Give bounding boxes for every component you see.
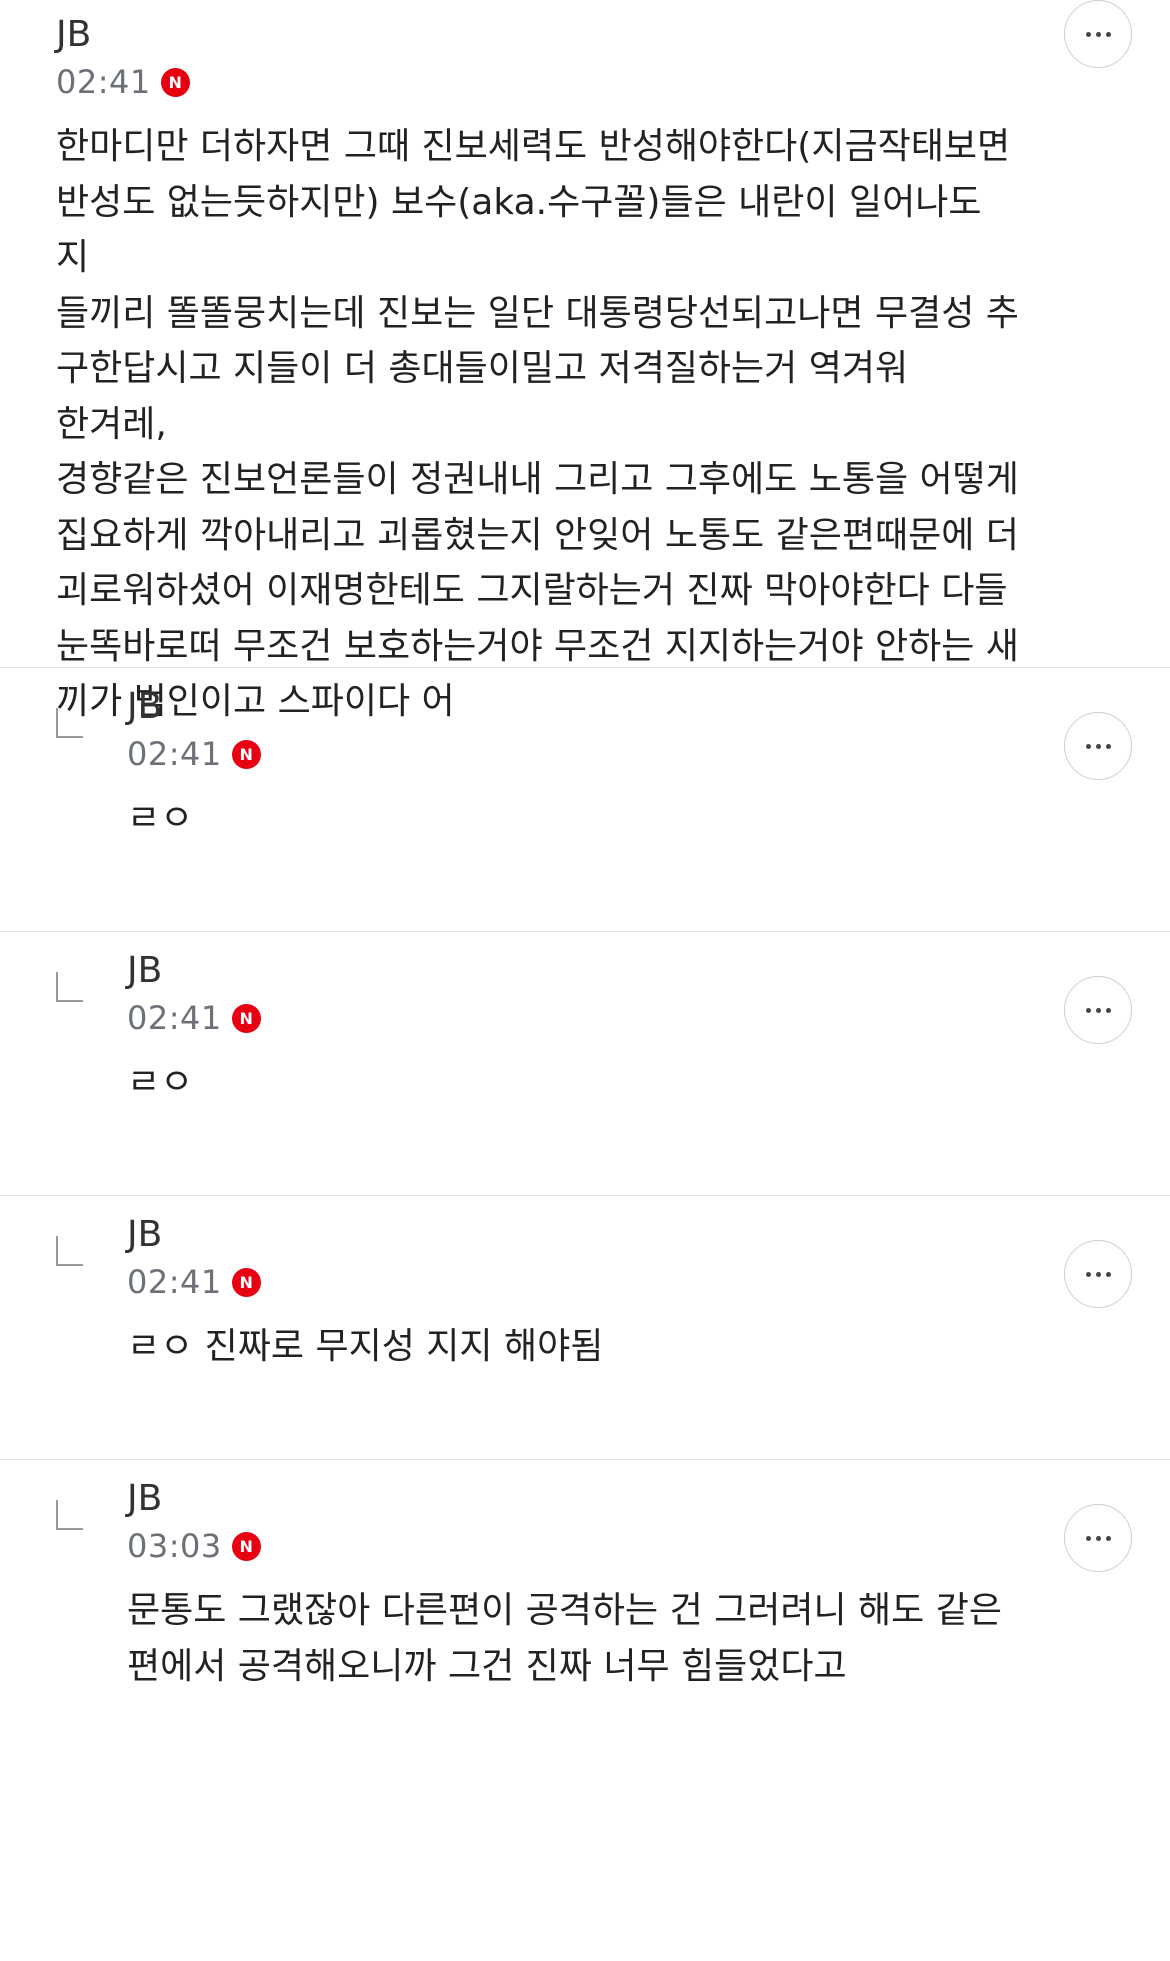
comment-author[interactable]: JB — [127, 1206, 1020, 1260]
comment-meta: 02:41 N — [127, 996, 1020, 1040]
comment-time: 02:41 — [127, 999, 222, 1037]
comment-text: 문통도 그랬잖아 다른편이 공격하는 건 그러려니 해도 같은 편에서 공격해오… — [127, 1590, 1002, 1687]
more-options-icon — [1085, 743, 1111, 749]
more-options-button[interactable] — [1064, 1504, 1132, 1572]
naver-n-icon: N — [231, 1003, 261, 1033]
naver-n-icon: N — [231, 1531, 261, 1561]
comment-author[interactable]: JB — [127, 942, 1020, 996]
reply-item: JB 02:41 N ㄹㅇ 진짜로 무지성 지지 해야됨 — [0, 1196, 1170, 1460]
comment-text: ㄹㅇ 진짜로 무지성 지지 해야됨 — [127, 1326, 604, 1367]
reply-indent-icon — [56, 1236, 83, 1266]
more-options-button[interactable] — [1064, 1240, 1132, 1308]
comment-meta: 02:41 N — [127, 732, 1020, 776]
more-options-icon — [1085, 1271, 1111, 1277]
comment-author[interactable]: JB — [127, 678, 1020, 732]
comment-text: 한마디만 더하자면 그때 진보세력도 반성해야한다(지금작태보면 반성도 없는듯… — [56, 126, 1019, 722]
reply-indent-icon — [56, 1500, 83, 1530]
reply-item: JB 03:03 N 문통도 그랬잖아 다른편이 공격하는 건 그러려니 해도 … — [0, 1460, 1170, 1961]
comment-time: 03:03 — [127, 1527, 222, 1565]
reply-indent-icon — [56, 972, 83, 1002]
comment-author[interactable]: JB — [56, 6, 1020, 60]
more-options-icon — [1085, 1007, 1111, 1013]
more-options-button[interactable] — [1064, 712, 1132, 780]
comment-item: JB 02:41 N 한마디만 더하자면 그때 진보세력도 반성해야한다(지금작… — [0, 0, 1170, 722]
more-options-button[interactable] — [1064, 0, 1132, 68]
more-options-icon — [1085, 1535, 1111, 1541]
more-options-icon — [1085, 31, 1111, 37]
comment-author[interactable]: JB — [127, 1470, 1020, 1524]
naver-n-icon: N — [231, 1267, 261, 1297]
comment-text: ㄹㅇ — [127, 1062, 194, 1103]
reply-item: JB 02:41 N ㄹㅇ — [0, 932, 1170, 1196]
comment-meta: 03:03 N — [127, 1524, 1020, 1568]
comment-list: JB 02:41 N 한마디만 더하자면 그때 진보세력도 반성해야한다(지금작… — [0, 0, 1170, 1961]
comment-text: ㄹㅇ — [127, 798, 194, 839]
comment-time: 02:41 — [127, 1263, 222, 1301]
comment-time: 02:41 — [127, 735, 222, 773]
more-options-button[interactable] — [1064, 976, 1132, 1044]
naver-n-icon: N — [160, 67, 190, 97]
reply-indent-icon — [56, 708, 83, 738]
comment-meta: 02:41 N — [56, 60, 1020, 104]
comment-time: 02:41 — [56, 63, 151, 101]
comment-meta: 02:41 N — [127, 1260, 1020, 1304]
naver-n-icon: N — [231, 739, 261, 769]
reply-item: JB 02:41 N ㄹㅇ — [0, 668, 1170, 932]
